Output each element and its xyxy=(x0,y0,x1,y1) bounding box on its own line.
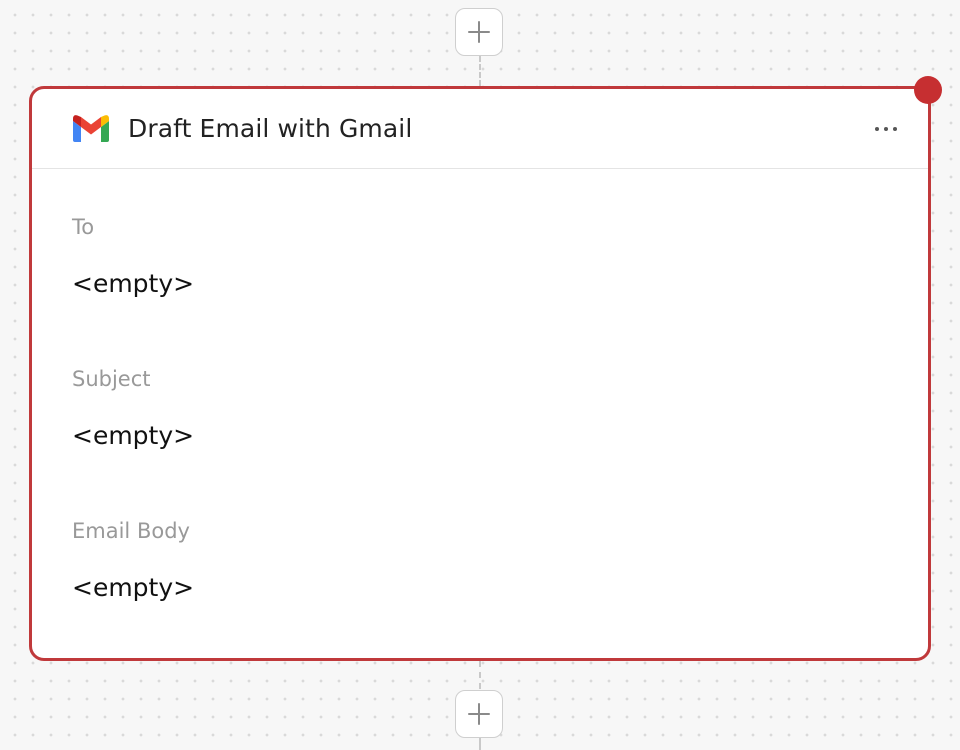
field-subject[interactable]: Subject <empty> xyxy=(72,367,898,487)
field-label: Email Body xyxy=(72,519,190,543)
workflow-node-card[interactable]: Draft Email with Gmail To <empty> Subjec… xyxy=(29,76,942,661)
field-to[interactable]: To <empty> xyxy=(72,215,898,335)
gmail-icon xyxy=(72,114,110,144)
field-label: To xyxy=(72,215,95,239)
field-value: <empty> xyxy=(72,573,195,602)
add-step-button-above[interactable] xyxy=(455,8,503,56)
node-title: Draft Email with Gmail xyxy=(128,114,413,143)
node-header: Draft Email with Gmail xyxy=(32,89,928,169)
more-options-button[interactable] xyxy=(866,114,906,144)
error-status-dot xyxy=(914,76,942,104)
field-label: Subject xyxy=(72,367,151,391)
connector-line-tail xyxy=(479,738,481,750)
add-step-button-below[interactable] xyxy=(455,690,503,738)
connector-line-top xyxy=(479,56,481,86)
connector-line-bottom xyxy=(479,661,481,689)
more-horizontal-icon xyxy=(875,126,879,131)
plus-icon xyxy=(468,703,490,725)
field-email-body[interactable]: Email Body <empty> xyxy=(72,519,898,639)
field-value: <empty> xyxy=(72,269,195,298)
more-dot xyxy=(893,126,897,131)
field-value: <empty> xyxy=(72,421,195,450)
plus-icon xyxy=(468,21,490,43)
more-dot xyxy=(884,126,888,131)
